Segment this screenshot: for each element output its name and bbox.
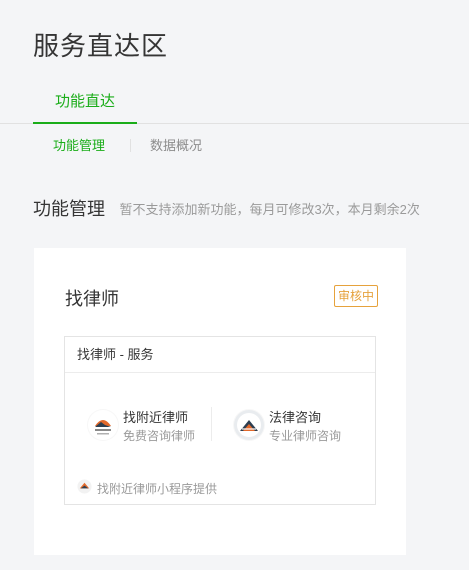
mountain-logo-icon [233,409,265,441]
subtab-divider [130,139,131,152]
main-tabs: 功能直达 [0,90,469,124]
service-desc: 免费咨询律师 [123,429,196,443]
section-title: 功能管理 [33,199,105,219]
service-separator [211,407,212,441]
provider-text: 找附近律师小程序提供 [97,482,218,496]
card-title: 找律师 [65,289,119,309]
subtab-data-overview[interactable]: 数据概况 [150,138,202,154]
service-desc: 专业律师咨询 [269,429,342,443]
page-title: 服务直达区 [33,31,169,61]
tab-function-direct[interactable]: 功能直达 [33,90,137,124]
service-box: 找律师 - 服务 找附近律师 免费咨询律师 法律咨询 专业律师咨询 找附近律师小… [64,336,376,505]
lawyer-logo-icon [87,409,119,441]
service-name: 找附近律师 [123,410,189,425]
section-note: 暂不支持添加新功能，每月可修改3次，本月剩余2次 [119,201,420,217]
service-name: 法律咨询 [269,410,322,425]
function-card[interactable]: 找律师 审核中 找律师 - 服务 找附近律师 免费咨询律师 法律咨询 专业律师咨… [34,248,406,555]
provider-logo-icon [77,479,92,494]
section-header: 功能管理 暂不支持添加新功能，每月可修改3次，本月剩余2次 [33,195,420,219]
service-box-header: 找律师 - 服务 [65,337,375,373]
subtab-function-manage[interactable]: 功能管理 [53,138,105,154]
status-badge: 审核中 [334,285,379,307]
